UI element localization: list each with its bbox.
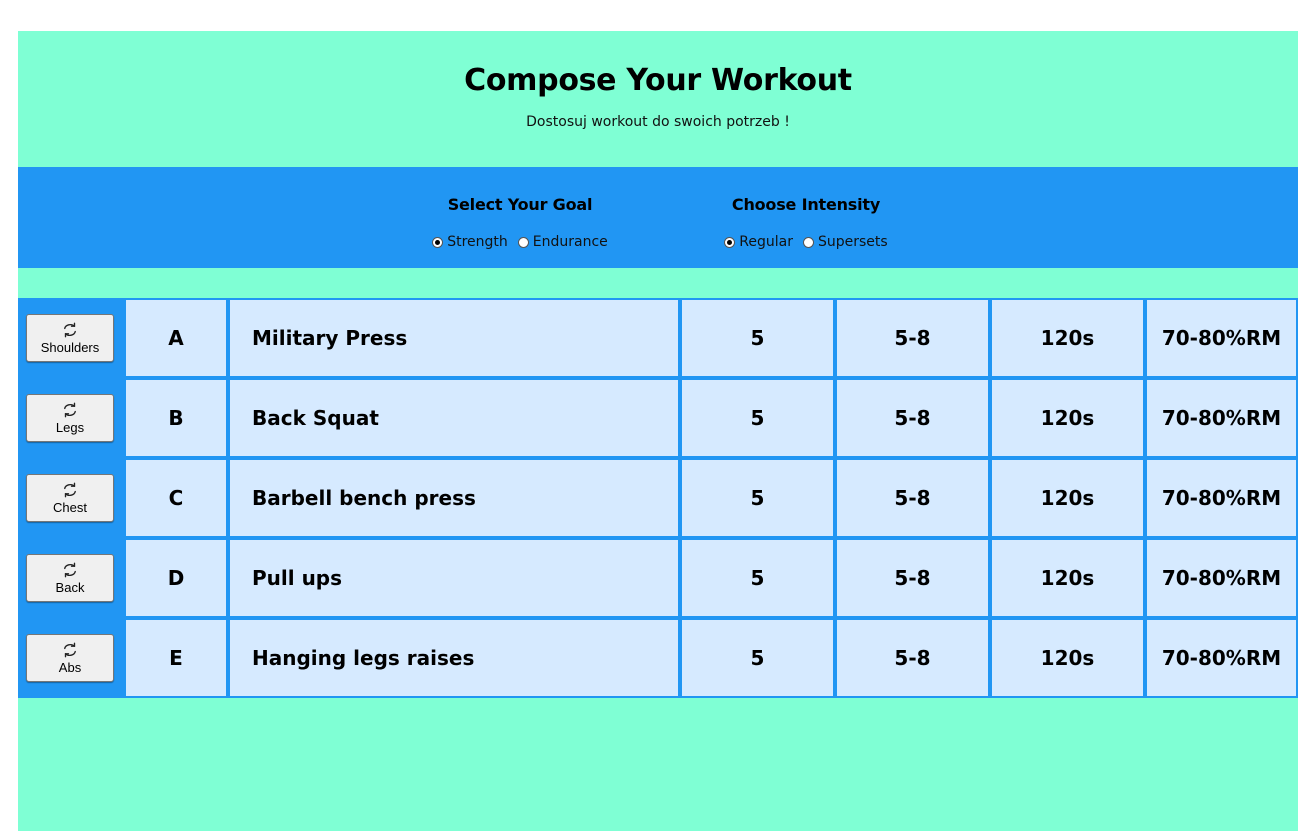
exercise-sets: 5	[680, 618, 835, 698]
swap-back-button[interactable]: Back	[26, 554, 114, 602]
table-row: Abs E Hanging legs raises 5 5-8 120s 70-…	[18, 618, 1298, 698]
goal-heading: Select Your Goal	[447, 195, 593, 214]
swap-button-label: Abs	[58, 660, 82, 675]
exercise-name: Hanging legs raises	[228, 618, 680, 698]
swap-legs-button[interactable]: Legs	[26, 394, 114, 442]
app-container: Compose Your Workout Dostosuj workout do…	[18, 31, 1298, 831]
exercise-letter: E	[124, 618, 228, 698]
exercise-reps: 5-8	[835, 378, 990, 458]
exercise-reps: 5-8	[835, 538, 990, 618]
workout-table: Shoulders A Military Press 5 5-8 120s 70…	[18, 298, 1298, 698]
intensity-option-regular[interactable]: Regular	[724, 234, 793, 250]
exercise-load: 70-80%RM	[1145, 378, 1298, 458]
goal-option-strength[interactable]: Strength	[432, 234, 508, 250]
table-row: Shoulders A Military Press 5 5-8 120s 70…	[18, 298, 1298, 378]
goal-options: Strength Endurance	[430, 234, 610, 250]
exercise-rest: 120s	[990, 538, 1145, 618]
radio-regular[interactable]	[724, 236, 736, 248]
intensity-options: Regular Supersets	[711, 234, 901, 250]
exercise-load: 70-80%RM	[1145, 618, 1298, 698]
exercise-letter: D	[124, 538, 228, 618]
exercise-reps: 5-8	[835, 458, 990, 538]
exercise-sets: 5	[680, 298, 835, 378]
goal-option-label: Endurance	[532, 234, 608, 250]
exercise-sets: 5	[680, 458, 835, 538]
swap-cell: Shoulders	[18, 298, 124, 378]
swap-icon	[64, 562, 76, 578]
exercise-name: Barbell bench press	[228, 458, 680, 538]
exercise-sets: 5	[680, 538, 835, 618]
options-bar: Select Your Goal Strength Endurance Choo…	[18, 167, 1298, 268]
exercise-rest: 120s	[990, 298, 1145, 378]
exercise-load: 70-80%RM	[1145, 298, 1298, 378]
exercise-reps: 5-8	[835, 298, 990, 378]
exercise-name: Pull ups	[228, 538, 680, 618]
intensity-group: Choose Intensity Regular Supersets	[711, 195, 901, 250]
page-subtitle: Dostosuj workout do swoich potrzeb !	[526, 114, 790, 130]
page-title: Compose Your Workout	[464, 63, 852, 98]
radio-supersets[interactable]	[802, 236, 814, 248]
table-row: Chest C Barbell bench press 5 5-8 120s 7…	[18, 458, 1298, 538]
exercise-name: Military Press	[228, 298, 680, 378]
goal-option-label: Strength	[447, 234, 508, 250]
swap-icon	[64, 402, 76, 418]
exercise-rest: 120s	[990, 458, 1145, 538]
exercise-load: 70-80%RM	[1145, 458, 1298, 538]
exercise-sets: 5	[680, 378, 835, 458]
swap-icon	[64, 642, 76, 658]
swap-chest-button[interactable]: Chest	[26, 474, 114, 522]
swap-cell: Abs	[18, 618, 124, 698]
swap-cell: Back	[18, 538, 124, 618]
swap-cell: Legs	[18, 378, 124, 458]
exercise-name: Back Squat	[228, 378, 680, 458]
swap-cell: Chest	[18, 458, 124, 538]
swap-abs-button[interactable]: Abs	[26, 634, 114, 682]
goal-option-endurance[interactable]: Endurance	[517, 234, 608, 250]
exercise-letter: B	[124, 378, 228, 458]
swap-icon	[64, 482, 76, 498]
intensity-option-label: Supersets	[817, 234, 888, 250]
exercise-load: 70-80%RM	[1145, 538, 1298, 618]
exercise-reps: 5-8	[835, 618, 990, 698]
exercise-rest: 120s	[990, 618, 1145, 698]
swap-button-label: Back	[55, 580, 85, 595]
exercise-rest: 120s	[990, 378, 1145, 458]
swap-icon	[64, 322, 76, 338]
radio-endurance[interactable]	[517, 236, 529, 248]
page-header: Compose Your Workout Dostosuj workout do…	[18, 31, 1298, 167]
exercise-letter: A	[124, 298, 228, 378]
intensity-option-label: Regular	[739, 234, 793, 250]
swap-button-label: Chest	[53, 500, 87, 515]
exercise-letter: C	[124, 458, 228, 538]
table-row: Legs B Back Squat 5 5-8 120s 70-80%RM	[18, 378, 1298, 458]
intensity-option-supersets[interactable]: Supersets	[802, 234, 888, 250]
swap-button-label: Shoulders	[40, 340, 100, 355]
goal-group: Select Your Goal Strength Endurance	[430, 195, 610, 250]
intensity-heading: Choose Intensity	[731, 195, 881, 214]
swap-shoulders-button[interactable]: Shoulders	[26, 314, 114, 362]
swap-button-label: Legs	[55, 420, 85, 435]
radio-strength[interactable]	[432, 236, 444, 248]
table-row: Back D Pull ups 5 5-8 120s 70-80%RM	[18, 538, 1298, 618]
